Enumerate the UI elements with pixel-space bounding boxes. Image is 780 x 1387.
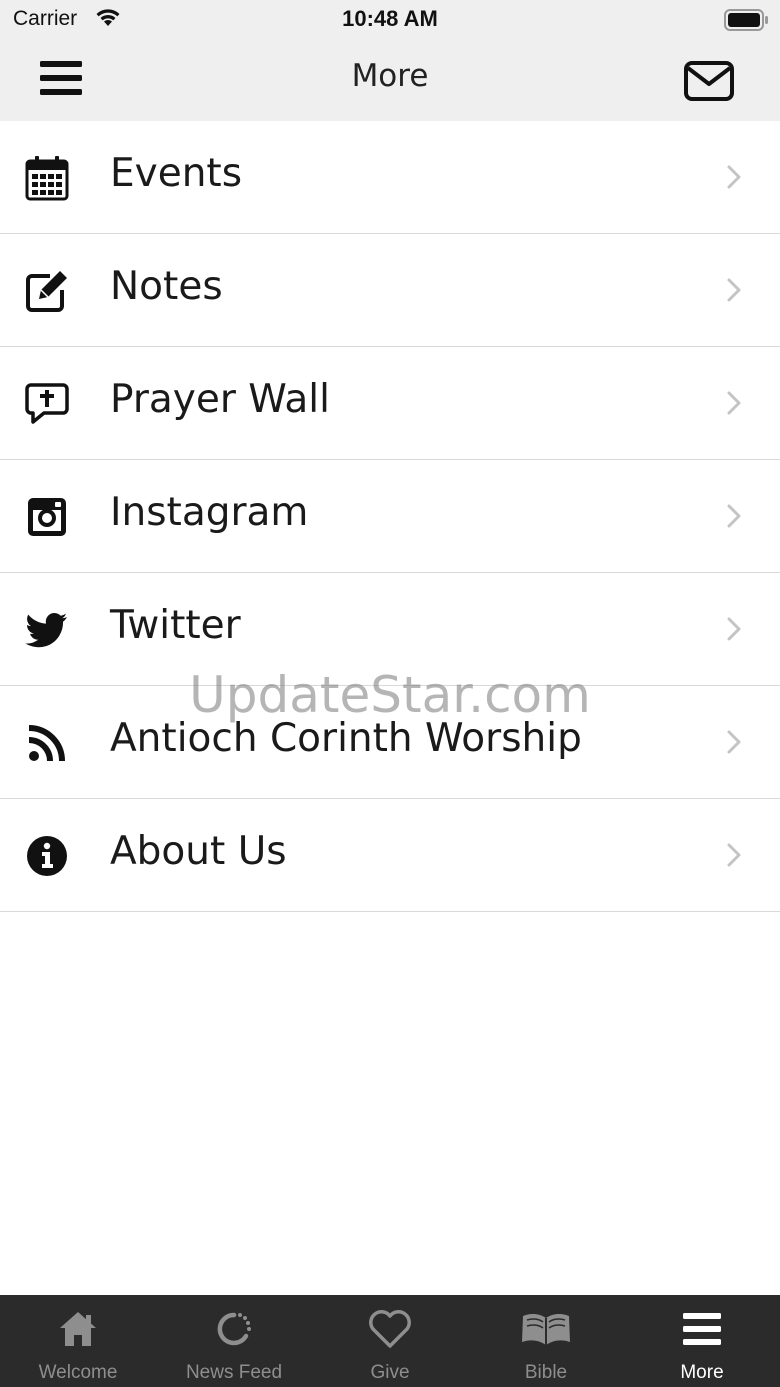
tab-label: More <box>680 1362 724 1383</box>
chevron-right-icon <box>727 504 741 528</box>
tab-label: Bible <box>524 1362 568 1383</box>
page-title: More <box>351 58 429 94</box>
menu-item-antioch-corinth-worship[interactable]: Antioch Corinth Worship <box>0 686 780 799</box>
status-bar: Carrier 10:48 AM <box>0 0 780 40</box>
menu-item-notes[interactable]: Notes <box>0 234 780 347</box>
menu-item-label: Twitter <box>110 603 241 648</box>
menu-icon <box>683 1313 721 1345</box>
menu-item-label: Instagram <box>110 490 309 535</box>
menu-item-events[interactable]: Events <box>0 121 780 234</box>
status-time: 10:48 AM <box>342 6 438 31</box>
prayer-chat-icon <box>25 383 69 424</box>
chevron-right-icon <box>727 165 741 189</box>
tab-more[interactable]: More <box>624 1295 780 1387</box>
instagram-icon <box>28 498 66 536</box>
tab-give[interactable]: Give <box>312 1295 468 1387</box>
refresh-icon <box>217 1312 251 1346</box>
mail-button[interactable] <box>682 60 738 104</box>
tab-news-feed[interactable]: News Feed <box>156 1295 312 1387</box>
battery-icon <box>724 9 768 31</box>
more-menu-list: Events Notes Prayer Wall Instagram Twitt… <box>0 121 780 912</box>
chevron-right-icon <box>727 617 741 641</box>
menu-item-label: About Us <box>110 829 287 874</box>
menu-item-label: Events <box>110 151 243 196</box>
calendar-icon <box>25 156 69 201</box>
menu-item-instagram[interactable]: Instagram <box>0 460 780 573</box>
info-icon <box>27 836 67 876</box>
menu-item-label: Prayer Wall <box>110 377 330 422</box>
edit-icon <box>26 271 67 312</box>
tab-bible[interactable]: Bible <box>468 1295 624 1387</box>
rss-icon <box>28 725 65 762</box>
chevron-right-icon <box>727 391 741 415</box>
menu-item-twitter[interactable]: Twitter <box>0 573 780 686</box>
menu-item-prayer-wall[interactable]: Prayer Wall <box>0 347 780 460</box>
hamburger-menu-button[interactable] <box>36 58 86 100</box>
menu-item-label: Notes <box>110 264 223 309</box>
tab-label: Welcome <box>38 1362 118 1383</box>
menu-item-about-us[interactable]: About Us <box>0 799 780 912</box>
chevron-right-icon <box>727 843 741 867</box>
tab-label: News Feed <box>185 1362 283 1383</box>
twitter-icon <box>25 613 67 648</box>
heart-icon <box>369 1310 411 1348</box>
home-icon <box>60 1312 96 1346</box>
envelope-icon <box>684 61 734 101</box>
tab-label: Give <box>370 1362 410 1383</box>
tab-welcome[interactable]: Welcome <box>0 1295 156 1387</box>
tab-bar: Welcome News Feed Give Bible More <box>0 1295 780 1387</box>
chevron-right-icon <box>727 730 741 754</box>
hamburger-icon <box>40 61 82 95</box>
menu-item-label: Antioch Corinth Worship <box>110 716 582 761</box>
book-icon <box>522 1313 570 1345</box>
navigation-bar: More <box>0 40 780 121</box>
chevron-right-icon <box>727 278 741 302</box>
